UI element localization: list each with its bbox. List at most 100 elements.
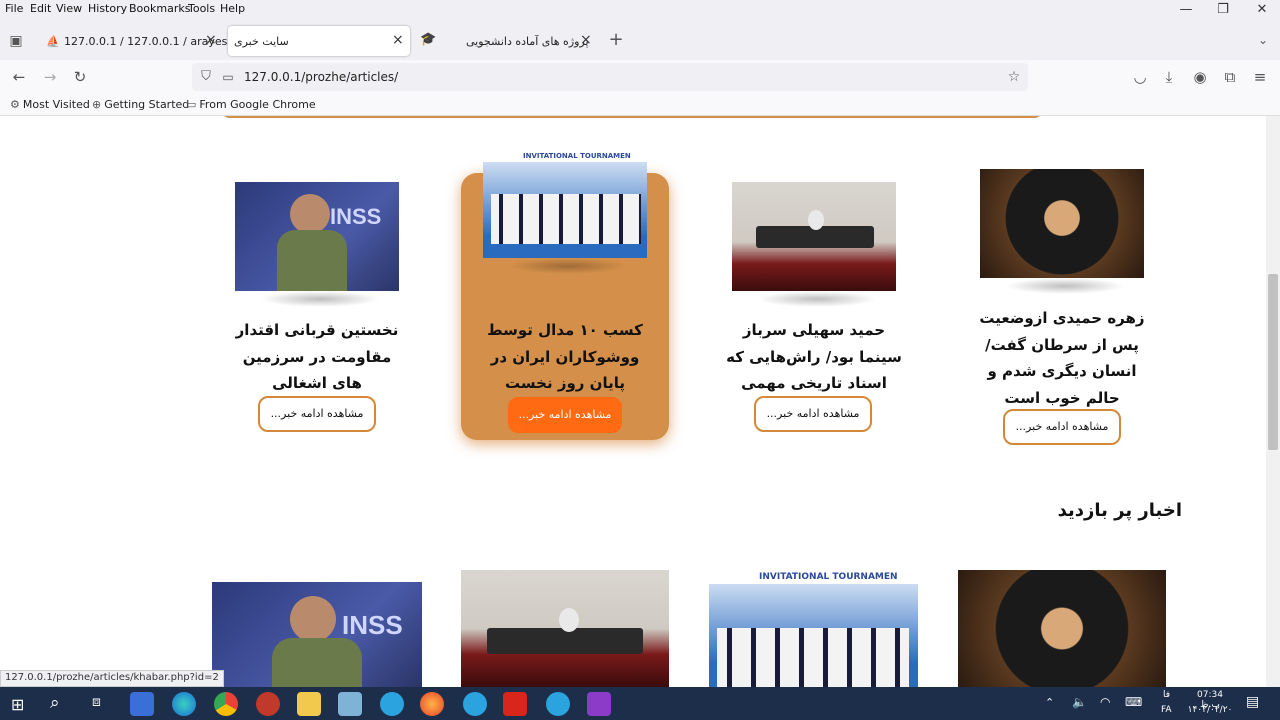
tab-label: سایت خبری (234, 35, 289, 48)
tab-label: پروژه های آماده دانشجویی (466, 35, 589, 48)
language-label-top[interactable]: فا (1163, 690, 1170, 700)
tab-list-icon[interactable]: ▣ (6, 31, 26, 51)
uniform (272, 638, 362, 687)
chrome-icon[interactable] (214, 692, 238, 716)
popular-news-heading: اخبار پر بازدید (1057, 500, 1182, 521)
bookmark-label: Getting Started (104, 98, 190, 111)
menu-bookmarks[interactable]: Bookmarks (129, 2, 190, 15)
bookmark-getting-started[interactable]: ⊕ Getting Started (92, 98, 189, 111)
account-icon[interactable]: ◉ (1190, 67, 1210, 87)
close-window-icon[interactable]: ✕ (1248, 2, 1276, 18)
page-scrollbar[interactable] (1266, 116, 1280, 687)
tournament-banner: INVITATIONAL TOURNAMEN (709, 570, 918, 584)
chevron-up-icon[interactable]: ⌃ (1045, 696, 1054, 709)
page-info-icon[interactable]: ▭ (218, 67, 238, 87)
speaker-icon[interactable]: 🔈 (1072, 695, 1087, 709)
bookmarks-toolbar: ⚙ Most Visited ⊕ Getting Started ▭ From Goo… (0, 94, 1280, 116)
uniform (277, 230, 347, 291)
url-text[interactable]: 127.0.0.1/prozhe/articles/ (244, 70, 398, 84)
bookmark-most-visited[interactable]: ⚙ Most Visited (10, 98, 90, 111)
language-indicator[interactable]: FA (1161, 705, 1172, 715)
task-view-icon[interactable]: ⧈ (92, 694, 101, 710)
read-more-button[interactable]: مشاهده ادامه خبر... (754, 396, 872, 432)
notepad-icon[interactable] (338, 692, 362, 716)
search-icon[interactable]: ⌕ (50, 693, 60, 713)
graduation-cap-icon: 🎓 (420, 32, 437, 47)
tab-strip: ▣ ⛵ 127.0.0.1 / 127.0.0.1 / arayeshi / ×… (0, 18, 1280, 60)
news-title[interactable]: نخستین قربانی اقتدار مقاومت در سرزمین ها… (231, 317, 403, 397)
telegram-icon[interactable] (546, 692, 570, 716)
read-more-button[interactable]: مشاهده ادامه خبر... (1003, 409, 1121, 445)
tab-news-site[interactable]: سایت خبری × (228, 26, 410, 56)
menu-edit[interactable]: Edit (30, 2, 51, 15)
menu-file[interactable]: File (5, 2, 23, 15)
page-content: INSS نخستین قربانی اقتدار مقاومت در سرزم… (0, 116, 1266, 687)
back-icon[interactable]: ← (9, 67, 29, 87)
file-explorer-icon[interactable] (297, 692, 321, 716)
tab-label: 127.0.0.1 / 127.0.0.1 / arayeshi / (64, 35, 245, 48)
menu-help[interactable]: Help (220, 2, 245, 15)
telegram-icon[interactable] (463, 692, 487, 716)
menu-tools[interactable]: Tools (188, 2, 215, 15)
pocket-icon[interactable]: ◡ (1130, 67, 1150, 87)
menu-history[interactable]: History (88, 2, 127, 15)
panel-table (487, 628, 643, 654)
section-divider (220, 116, 1044, 118)
menu-hamburger-icon[interactable]: ≡ (1250, 67, 1270, 87)
chevron-down-icon[interactable]: ⌄ (1253, 30, 1273, 50)
popular-image-tournament[interactable]: INVITATIONAL TOURNAMEN (709, 570, 918, 687)
store-icon[interactable] (130, 692, 154, 716)
menu-bar: File Edit View History Bookmarks Tools H… (0, 0, 1280, 18)
gear-icon: ⚙ (10, 98, 20, 111)
popular-image-cinema-panel[interactable] (461, 570, 669, 687)
telegram-icon[interactable] (380, 692, 404, 716)
app-red-icon[interactable] (256, 692, 280, 716)
phpmyadmin-favicon-icon: ⛵ (46, 35, 60, 48)
read-more-button[interactable]: مشاهده ادامه خبر... (508, 397, 622, 433)
restore-icon[interactable]: ❐ (1209, 2, 1237, 18)
inss-logo-text: INSS (330, 204, 382, 229)
close-tab-icon[interactable]: × (580, 32, 592, 48)
news-image-soldier[interactable]: INSS (235, 182, 399, 291)
bookmark-label: Most Visited (22, 98, 90, 111)
extensions-icon[interactable]: ⧉ (1220, 67, 1240, 87)
navigation-bar: ← → ↻ ⛉ ▭ 127.0.0.1/prozhe/articles/ ☆ ◡… (0, 60, 1280, 94)
bookmark-folder-chrome[interactable]: ▭ From Google Chrome (186, 98, 316, 111)
windows-start-icon[interactable]: ⊞ (11, 695, 24, 714)
link-status-url: 127.0.0.1/prozhe/articles/khabar.php?id=… (0, 670, 224, 687)
news-title[interactable]: زهره حمیدی ازوضعیت پس از سرطان گفت/ انسا… (976, 305, 1148, 411)
reload-icon[interactable]: ↻ (70, 67, 90, 87)
url-bar[interactable]: ⛉ ▭ 127.0.0.1/prozhe/articles/ ☆ (192, 63, 1028, 91)
close-tab-icon[interactable]: × (205, 32, 217, 48)
keyboard-icon[interactable]: ⌨ (1125, 695, 1142, 709)
scrollbar-thumb[interactable] (1268, 274, 1278, 450)
bookmark-star-icon[interactable]: ☆ (1004, 67, 1024, 87)
close-tab-icon[interactable]: × (392, 32, 404, 48)
minimize-icon[interactable]: — (1172, 2, 1200, 18)
wifi-icon[interactable]: ◠ (1100, 695, 1110, 709)
panel-speaker (559, 608, 579, 632)
news-image-cinema-panel[interactable] (732, 182, 896, 291)
popular-image-soldier[interactable]: INSS (212, 582, 422, 687)
tab-phpmyadmin[interactable]: ⛵ 127.0.0.1 / 127.0.0.1 / arayeshi / × (38, 26, 245, 56)
popular-image-actress[interactable] (958, 570, 1166, 687)
edge-icon[interactable] (172, 692, 196, 716)
bookmark-label: From Google Chrome (199, 98, 316, 111)
forward-icon[interactable]: → (40, 67, 60, 87)
firefox-icon[interactable] (420, 692, 444, 716)
panel-speaker (808, 210, 824, 230)
downloads-icon[interactable]: ⤓ (1159, 67, 1179, 87)
read-more-button[interactable]: مشاهده ادامه خبر... (258, 396, 376, 432)
notifications-icon[interactable]: ▤ (1246, 694, 1259, 710)
athletes-group (717, 628, 909, 687)
shield-icon[interactable]: ⛉ (196, 67, 216, 87)
menu-view[interactable]: View (56, 2, 82, 15)
news-image-actress[interactable] (980, 169, 1144, 278)
tab-student-projects[interactable]: 🎓 پروژه های آماده دانشجویی × (414, 26, 600, 56)
acrobat-icon[interactable] (503, 692, 527, 716)
clock-date[interactable]: ۱۴۰۲/۰۲/۲۰ (1186, 705, 1234, 715)
news-image-tournament[interactable]: INVITATIONAL TOURNAMEN (483, 150, 647, 258)
new-tab-icon[interactable]: + (606, 30, 626, 50)
globe-icon: ⊕ (92, 98, 102, 111)
phpstorm-icon[interactable] (587, 692, 611, 716)
